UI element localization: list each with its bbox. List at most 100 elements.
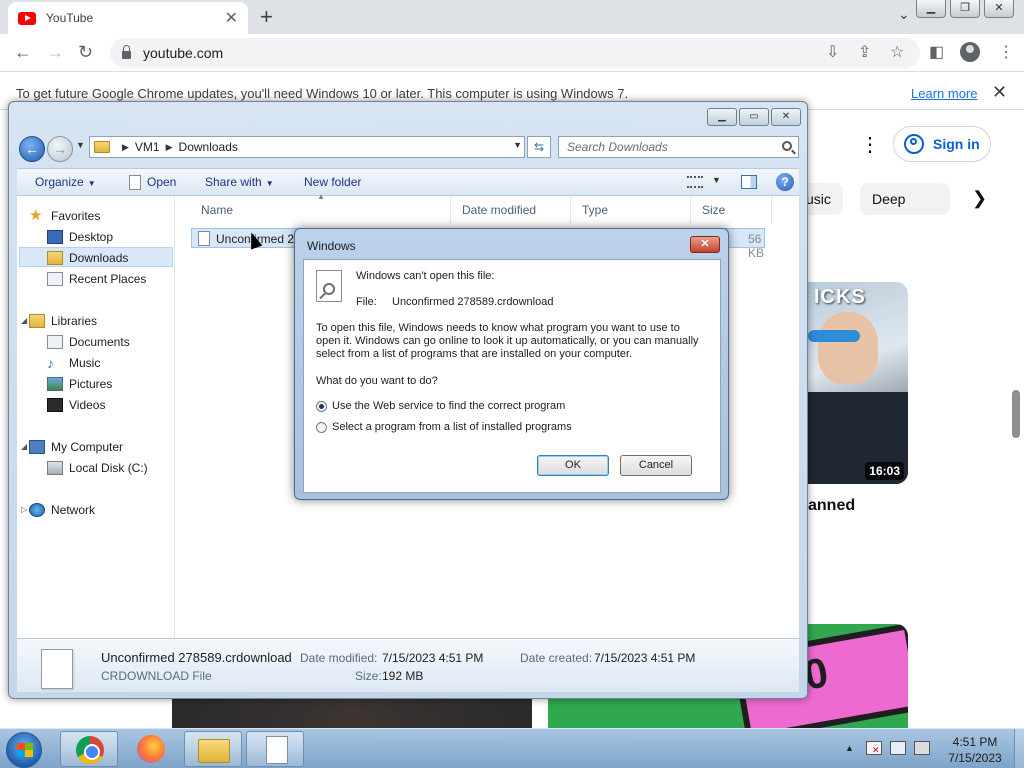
show-hidden-icons-icon[interactable]: ▲: [845, 743, 854, 753]
explorer-maximize-icon[interactable]: ▭: [739, 108, 769, 126]
breadcrumb-downloads[interactable]: Downloads: [179, 140, 238, 154]
expand-network-icon[interactable]: ▷: [21, 505, 27, 514]
nav-my-computer[interactable]: My Computer: [29, 440, 123, 454]
forward-button-icon[interactable]: →: [47, 136, 73, 162]
details-filename: Unconfirmed 278589.crdownload: [101, 650, 292, 665]
chrome-toolbar: ← → ↻ youtube.com ⇩ ⇪ ☆ ◧ ⋮: [0, 34, 1024, 72]
start-button[interactable]: [6, 732, 42, 768]
taskbar-explorer-button[interactable]: [184, 731, 242, 767]
nav-desktop[interactable]: Desktop: [47, 230, 113, 244]
tab-search-chevron-icon[interactable]: ⌄: [898, 6, 910, 23]
documents-icon: [47, 335, 63, 349]
nav-favorites[interactable]: ★ Favorites: [29, 207, 100, 224]
tab-close-icon[interactable]: ✕: [225, 8, 238, 28]
details-pane: Unconfirmed 278589.crdownload CRDOWNLOAD…: [17, 638, 799, 692]
chrome-menu-icon[interactable]: ⋮: [998, 42, 1014, 62]
column-header-size[interactable]: Size: [692, 196, 772, 224]
breadcrumb-chevron-icon[interactable]: ▶: [122, 142, 129, 153]
forward-arrow-icon[interactable]: →: [46, 42, 64, 63]
tab-youtube[interactable]: YouTube ✕: [8, 2, 248, 34]
explorer-address-bar[interactable]: ▶ VM1 ▶ Downloads ▼: [89, 136, 525, 158]
organize-button[interactable]: Organize ▼: [35, 175, 96, 189]
nav-pictures[interactable]: Pictures: [47, 377, 112, 391]
network-tray-icon[interactable]: [890, 741, 906, 755]
search-icon[interactable]: [782, 141, 792, 151]
restore-icon[interactable]: ❐: [950, 0, 980, 18]
action-center-flag-icon[interactable]: [866, 741, 882, 756]
taskbar-firefox-button[interactable]: [122, 731, 180, 767]
radio-select-program[interactable]: Select a program from a list of installe…: [316, 421, 572, 433]
expand-my-computer-icon[interactable]: ◢: [21, 442, 27, 451]
install-app-icon[interactable]: ⇩: [826, 42, 839, 62]
hard-disk-icon: [47, 461, 63, 475]
page-scrollbar[interactable]: [1012, 390, 1020, 438]
details-date-modified: 7/15/2023 4:51 PM: [382, 651, 484, 665]
taskbar-chrome-button[interactable]: [60, 731, 118, 767]
recent-pages-chevron-icon[interactable]: ▼: [76, 140, 85, 150]
folder-icon: [94, 141, 110, 153]
ok-button[interactable]: OK: [537, 455, 609, 476]
column-header-date-modified[interactable]: Date modified: [452, 196, 571, 224]
views-dropdown-icon[interactable]: ▼: [712, 175, 721, 185]
minimize-icon[interactable]: ▁: [916, 0, 946, 18]
share-with-button[interactable]: Share with ▼: [205, 175, 274, 189]
star-icon: ★: [29, 207, 43, 224]
taskbar-document-button[interactable]: [246, 731, 304, 767]
nav-recent-places[interactable]: Recent Places: [47, 272, 146, 286]
dialog-close-icon[interactable]: ✕: [690, 236, 720, 253]
nav-downloads[interactable]: Downloads: [47, 251, 128, 265]
explorer-minimize-icon[interactable]: ▁: [707, 108, 737, 126]
preview-pane-icon[interactable]: [741, 175, 757, 189]
nav-music[interactable]: ♪ Music: [47, 356, 100, 370]
profile-avatar-icon[interactable]: [960, 42, 980, 62]
nav-videos[interactable]: Videos: [47, 398, 105, 412]
chip-next-arrow-icon[interactable]: ❯: [972, 188, 987, 209]
address-dropdown-icon[interactable]: ▼: [513, 140, 522, 150]
taskbar-clock[interactable]: 4:51 PM 7/15/2023: [930, 734, 1020, 766]
nav-network[interactable]: Network: [29, 503, 95, 517]
navigation-pane: ★ Favorites Desktop Downloads Recent Plac…: [17, 196, 175, 638]
chip-deep-house[interactable]: Deep Hous: [860, 183, 950, 215]
new-tab-plus-icon[interactable]: +: [260, 4, 273, 30]
learn-more-link[interactable]: Learn more: [911, 86, 977, 101]
sign-in-button[interactable]: Sign in: [893, 126, 991, 162]
cancel-button[interactable]: Cancel: [620, 455, 692, 476]
nav-documents[interactable]: Documents: [47, 335, 130, 349]
bookmark-star-icon[interactable]: ☆: [890, 42, 904, 62]
breadcrumb-chevron-icon[interactable]: ▶: [166, 142, 173, 153]
breadcrumb-vm1[interactable]: VM1: [135, 140, 160, 154]
desktop-icon: [47, 230, 63, 244]
back-arrow-icon[interactable]: ←: [14, 42, 32, 63]
column-header-name[interactable]: Name: [191, 196, 451, 224]
nav-local-disk[interactable]: Local Disk (C:): [47, 461, 148, 475]
volume-muted-icon[interactable]: [914, 741, 930, 755]
recent-places-icon: [47, 272, 63, 286]
search-input[interactable]: [559, 137, 769, 157]
youtube-more-icon[interactable]: ⋮: [860, 132, 880, 157]
expand-libraries-icon[interactable]: ◢: [21, 316, 27, 325]
back-button-icon[interactable]: ←: [19, 136, 45, 162]
reload-icon[interactable]: ↻: [78, 42, 93, 63]
video-title[interactable]: anned: [808, 497, 855, 515]
radio-use-web-service[interactable]: Use the Web service to find the correct …: [316, 400, 565, 412]
open-button[interactable]: Open: [129, 175, 176, 191]
explorer-close-icon[interactable]: ✕: [771, 108, 801, 126]
search-downloads-box[interactable]: [558, 136, 799, 158]
video-thumbnail[interactable]: ICKS 16:03: [808, 282, 908, 484]
nav-libraries[interactable]: Libraries: [29, 314, 97, 328]
help-icon[interactable]: ?: [776, 173, 794, 191]
share-icon[interactable]: ⇪: [858, 42, 871, 62]
column-header-type[interactable]: Type: [572, 196, 691, 224]
views-icon[interactable]: [687, 176, 703, 188]
close-icon[interactable]: ✕: [984, 0, 1014, 18]
details-size-label: Size:: [355, 669, 382, 683]
info-bar-close-icon[interactable]: ✕: [992, 82, 1007, 103]
explorer-command-bar: Organize ▼ Open Share with ▼ New folder ▼ …: [17, 168, 799, 196]
new-folder-button[interactable]: New folder: [304, 175, 361, 189]
side-panel-icon[interactable]: ◧: [929, 42, 944, 62]
show-desktop-button[interactable]: [1014, 729, 1024, 768]
video-thumbnail-2[interactable]: [172, 698, 532, 728]
address-bar[interactable]: youtube.com: [110, 38, 920, 68]
refresh-icon[interactable]: ⇆: [527, 136, 551, 158]
explorer-window-controls: ▁ ▭ ✕: [707, 108, 801, 126]
